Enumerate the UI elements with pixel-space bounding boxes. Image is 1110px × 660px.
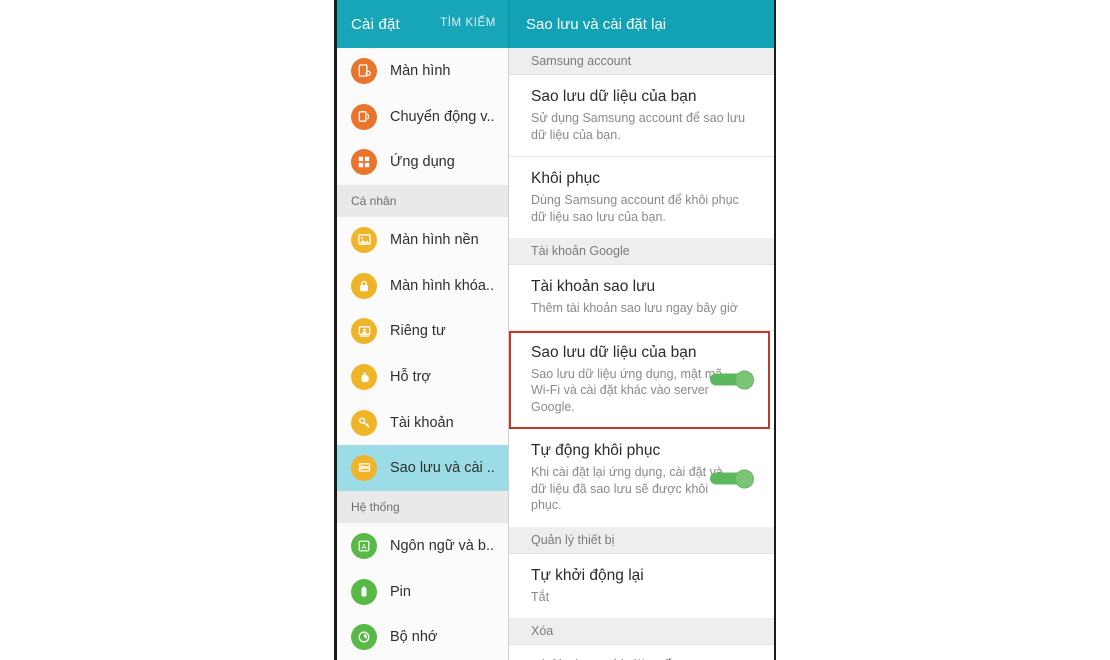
setting-row-title: Tự động khôi phục [531,442,661,459]
setting-row-title: Tự khởi động lại [531,566,644,584]
sidebar-item-4[interactable]: Tài khoản [337,400,508,446]
setting-row-subtitle: Dùng Samsung account để khôi phục dữ liệ… [531,193,739,224]
setting-row-wrapper: Tài khoản sao lưu Thêm tài khoản sao lưu … [509,265,774,331]
setting-row[interactable]: Tự khởi động lại Tắt [509,554,774,619]
setting-row[interactable]: Khôi phục cài đặt gốc [509,645,774,660]
language-icon: A [351,532,377,559]
setting-row-wrapper: Khôi phục cài đặt gốc [509,645,774,660]
sidebar-item-2[interactable]: Riêng tư [337,308,508,354]
sidebar-item-label: Màn hình khóa.. [390,277,494,294]
wallpaper-icon [351,226,377,253]
content-section-header: Quản lý thiết bị [509,526,774,554]
setting-row-subtitle: Tắt [531,589,550,604]
toggle-knob [735,469,754,489]
sidebar-item-label: Màn hình [390,62,451,79]
setting-row-wrapper: Khôi phục Dùng Samsung account để khôi ph… [509,157,774,238]
backup-reset-icon [351,455,377,482]
sidebar-item-label: Hỗ trợ [390,368,431,385]
privacy-icon [351,318,377,345]
motion-icon [351,103,377,130]
detail-title: Sao lưu và cài đặt lại [526,15,667,33]
sidebar-item-label: Pin [390,583,411,600]
setting-row-title: Khôi phục [531,170,600,187]
sidebar-item-label: Bộ nhớ [390,629,438,646]
setting-row-title: Sao lưu dữ liệu của bạn [531,343,697,361]
setting-row-wrapper: Sao lưu dữ liệu của bạn Sao lưu dữ liệu ứ… [509,330,774,429]
sidebar-item-0[interactable]: Màn hình nền [337,217,508,263]
sidebar-item-label: Ngôn ngữ và b.. [390,537,495,554]
display-icon [351,57,377,84]
account-key-icon [351,409,377,436]
search-button[interactable]: TÌM KIẾM [440,17,496,29]
setting-row[interactable]: Tài khoản sao lưu Thêm tài khoản sao lưu … [509,265,774,331]
setting-row-wrapper: Tự khởi động lại Tắt [509,554,774,619]
sidebar-item-label: Chuyển động v.. [390,108,495,125]
app-top-bar: Cài đặt TÌM KIẾM Sao lưu và cài đặt lại [337,0,774,48]
sidebar-item-0[interactable]: A Ngôn ngữ và b.. [337,523,508,569]
svg-text:A: A [362,544,367,551]
phone-screenshot: Cài đặt TÌM KIẾM Sao lưu và cài đặt lại … [334,0,776,660]
sidebar-item-0[interactable]: Màn hình [337,48,508,94]
sidebar-item-label: Màn hình nền [390,231,479,248]
toggle-switch-on[interactable] [710,469,754,489]
sidebar-item-label: Ứng dụng [390,154,455,171]
setting-row[interactable]: Tự động khôi phục Khi cài đặt lại ứng dụn… [509,429,774,527]
toggle-switch-on[interactable] [710,370,754,390]
sidebar-group-header: Hệ thống [337,491,508,524]
content-split: Màn hình Chuyển động v.. Ứng dụng Cá nhân Mà… [337,48,774,660]
setting-row-wrapper: Sao lưu dữ liệu của bạn Sử dụng Samsung a… [509,75,774,157]
sidebar-item-3[interactable]: Hỗ trợ [337,354,508,400]
top-bar-left-pane: Cài đặt TÌM KIẾM [337,0,508,48]
lock-icon [351,272,377,299]
sidebar-item-1[interactable]: Pin [337,569,508,615]
sidebar-item-1[interactable]: Chuyển động v.. [337,94,508,140]
sidebar-item-label: Riêng tư [390,323,446,340]
apps-grid-icon [351,149,377,176]
storage-icon [351,624,377,651]
setting-row-subtitle: Sử dụng Samsung account để sao lưu dữ li… [531,111,746,142]
top-bar-right-pane: Sao lưu và cài đặt lại [508,0,774,48]
setting-row[interactable]: Sao lưu dữ liệu của bạn Sử dụng Samsung a… [509,75,774,157]
setting-row-title: Sao lưu dữ liệu của bạn [531,88,697,105]
settings-detail-list[interactable]: Samsung account Sao lưu dữ liệu của bạn Sử… [509,48,774,660]
toggle-knob [735,370,754,390]
sidebar-item-5-selected[interactable]: Sao lưu và cài .. [337,445,508,492]
content-section-header: Samsung account [509,48,774,75]
content-section-header: Tài khoản Google [509,238,774,265]
battery-icon [351,578,377,605]
page-title: Cài đặt [351,15,400,33]
sidebar-item-2[interactable]: Ứng dụng [337,139,508,185]
settings-sidebar[interactable]: Màn hình Chuyển động v.. Ứng dụng Cá nhân Mà… [337,48,509,660]
setting-row-title: Tài khoản sao lưu [531,278,656,295]
setting-row-wrapper: Tự động khôi phục Khi cài đặt lại ứng dụn… [509,429,774,527]
sidebar-item-2[interactable]: Bộ nhớ [337,614,508,660]
setting-row[interactable]: Khôi phục Dùng Samsung account để khôi ph… [509,157,774,238]
sidebar-group-header: Cá nhân [337,185,508,218]
sidebar-item-label: Sao lưu và cài .. [390,460,495,477]
setting-row-subtitle: Sao lưu dữ liệu ứng dụng, mật mã Wi-Fi v… [531,366,723,414]
page-root: Cài đặt TÌM KIẾM Sao lưu và cài đặt lại … [0,0,1110,660]
content-section-header: Xóa [509,618,774,645]
sidebar-item-1[interactable]: Màn hình khóa.. [337,263,508,309]
setting-row-subtitle: Khi cài đặt lại ứng dụng, cài đặt và dữ … [531,465,723,512]
sidebar-item-label: Tài khoản [390,414,454,431]
accessibility-hand-icon [351,363,377,390]
setting-row[interactable]: Sao lưu dữ liệu của bạn Sao lưu dữ liệu ứ… [509,331,774,429]
setting-row-subtitle: Thêm tài khoản sao lưu ngay bây giờ [531,301,738,315]
